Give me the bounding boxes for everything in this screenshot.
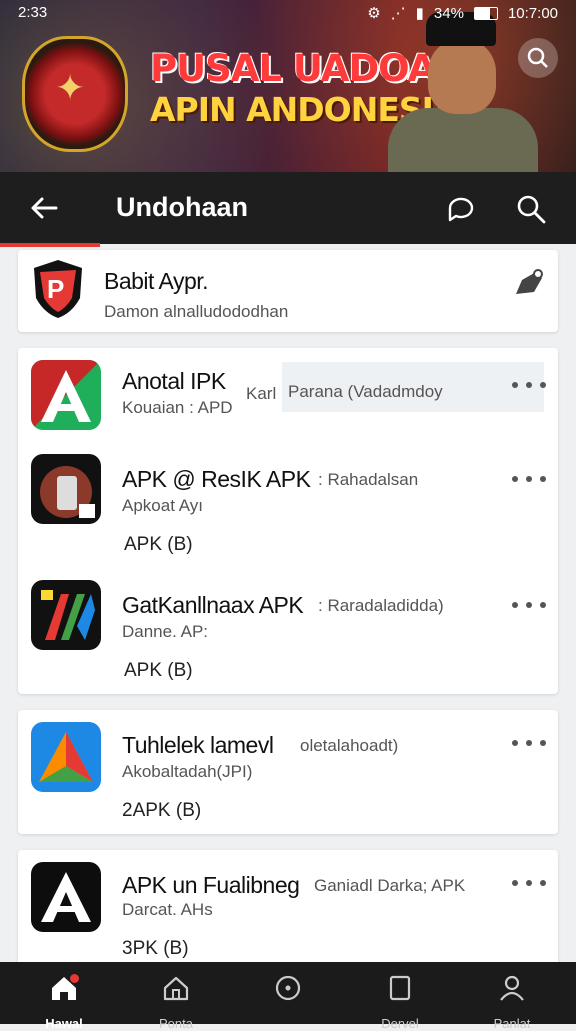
header-banner: 2:33 ⚙ ⋰ ▮ 34% 10:7:00 ✦ PUSAL UADOAN AP… xyxy=(0,0,576,172)
gear-status-icon: ⚙ xyxy=(367,5,381,22)
status-icons: ⚙ ⋰ ▮ 34% 10:7:00 xyxy=(367,4,558,23)
app-name-suffix: : Rahadalsan xyxy=(318,470,419,489)
wifi-icon: ⋰ xyxy=(390,5,406,22)
app-name: APK @ ResIK APK xyxy=(122,466,311,492)
bottom-navigation: Hawal Ponta Dervel Panlat xyxy=(0,962,576,1031)
battery-percent: 34% xyxy=(433,4,464,22)
tab-indicator xyxy=(0,243,100,247)
more-options-icon[interactable] xyxy=(512,736,546,750)
app-name-suffix: Ganiadl Darka; APK xyxy=(314,876,466,895)
app-subtitle: Danne. AP: xyxy=(122,622,209,641)
circle-dot-icon xyxy=(275,975,301,1001)
emblem-logo: ✦ xyxy=(22,36,128,152)
nav-item-profile[interactable]: Panlat xyxy=(472,972,552,1031)
app-icon-triangle xyxy=(31,722,101,792)
featured-name: Babit Aypr. xyxy=(104,268,209,294)
person-icon xyxy=(500,975,524,1001)
chat-bubble-icon[interactable] xyxy=(444,192,478,226)
status-clock: 10:7:00 xyxy=(507,4,558,22)
nav-item-center[interactable] xyxy=(248,972,328,1004)
battery-icon xyxy=(473,6,498,20)
notification-dot xyxy=(70,974,79,983)
app-name: APK un Fualibneg xyxy=(122,872,300,898)
app-name-suffix: oletalahoadt) xyxy=(300,736,399,755)
edit-tag-icon[interactable] xyxy=(512,264,548,300)
app-subtitle: Kouaian : APD xyxy=(122,398,233,417)
banner-person-image xyxy=(388,8,538,172)
list-item[interactable]: Tuhlelek lamevl oletalahoadt) Akobaltada… xyxy=(18,710,558,834)
nav-item-home[interactable]: Hawal xyxy=(24,972,104,1031)
back-arrow-icon[interactable] xyxy=(26,190,62,226)
app-list-card: Anotal IPK Karl Parana (Vadadmdoy Kouaia… xyxy=(18,348,558,694)
app-apk-label: 3PK (B) xyxy=(122,938,189,959)
search-icon[interactable] xyxy=(514,192,548,226)
more-options-icon[interactable] xyxy=(512,378,546,392)
more-options-icon[interactable] xyxy=(512,472,546,486)
more-options-icon[interactable] xyxy=(512,876,546,890)
app-name: Tuhlelek lamevl xyxy=(122,732,274,758)
app-extra-right: Parana (Vadadmdoy xyxy=(288,382,443,401)
list-item[interactable]: Anotal IPK Karl Parana (Vadadmdoy Kouaia… xyxy=(18,348,558,444)
search-icon xyxy=(527,47,548,68)
app-subtitle: Akobaltadah(JPI) xyxy=(122,762,253,781)
list-item[interactable]: APK @ ResIK APK : Rahadalsan Apkoat Ayı … xyxy=(18,448,558,564)
page-title: Undohaan xyxy=(116,192,248,222)
status-bar: 2:33 ⚙ ⋰ ▮ 34% 10:7:00 xyxy=(0,0,576,26)
app-name: Anotal IPK xyxy=(122,368,226,394)
app-icon-phone xyxy=(31,454,101,524)
app-icon-colorful xyxy=(31,580,101,650)
house-outline-icon xyxy=(163,976,189,1001)
featured-subtitle: Damon alnalludododhan xyxy=(104,302,289,321)
shield-p-icon: P xyxy=(34,260,82,318)
app-name: GatKanllnaax APK xyxy=(122,592,304,618)
nav-item-dervel[interactable]: Dervel xyxy=(360,972,440,1031)
app-icon-green xyxy=(31,360,101,430)
banner-search-button[interactable] xyxy=(518,38,558,78)
svg-text:P: P xyxy=(47,274,64,304)
app-extra-left: Karl xyxy=(246,384,277,403)
app-apk-label: APK (B) xyxy=(124,660,193,681)
square-icon xyxy=(389,975,411,1001)
app-apk-label: APK (B) xyxy=(124,534,193,555)
more-options-icon[interactable] xyxy=(512,598,546,612)
app-subtitle: Apkoat Ayı xyxy=(122,496,203,515)
app-apk-label: 2APK (B) xyxy=(122,800,202,821)
app-name-suffix: : Raradaladidda) xyxy=(318,596,444,615)
app-icon-a xyxy=(31,862,101,932)
app-subtitle: Darcat. AHs xyxy=(122,900,213,919)
list-item[interactable]: APK un Fualibneg Ganiadl Darka; APK Darc… xyxy=(18,850,558,968)
nav-item-ponta[interactable]: Ponta xyxy=(136,972,216,1031)
app-bar: Undohaan xyxy=(0,172,576,247)
status-time: 2:33 xyxy=(18,4,48,21)
list-item[interactable]: GatKanllnaax APK : Raradaladidda) Danne.… xyxy=(18,574,558,690)
signal-icon: ▮ xyxy=(415,5,424,22)
featured-card[interactable]: P Babit Aypr. Damon alnalludododhan xyxy=(18,250,558,332)
